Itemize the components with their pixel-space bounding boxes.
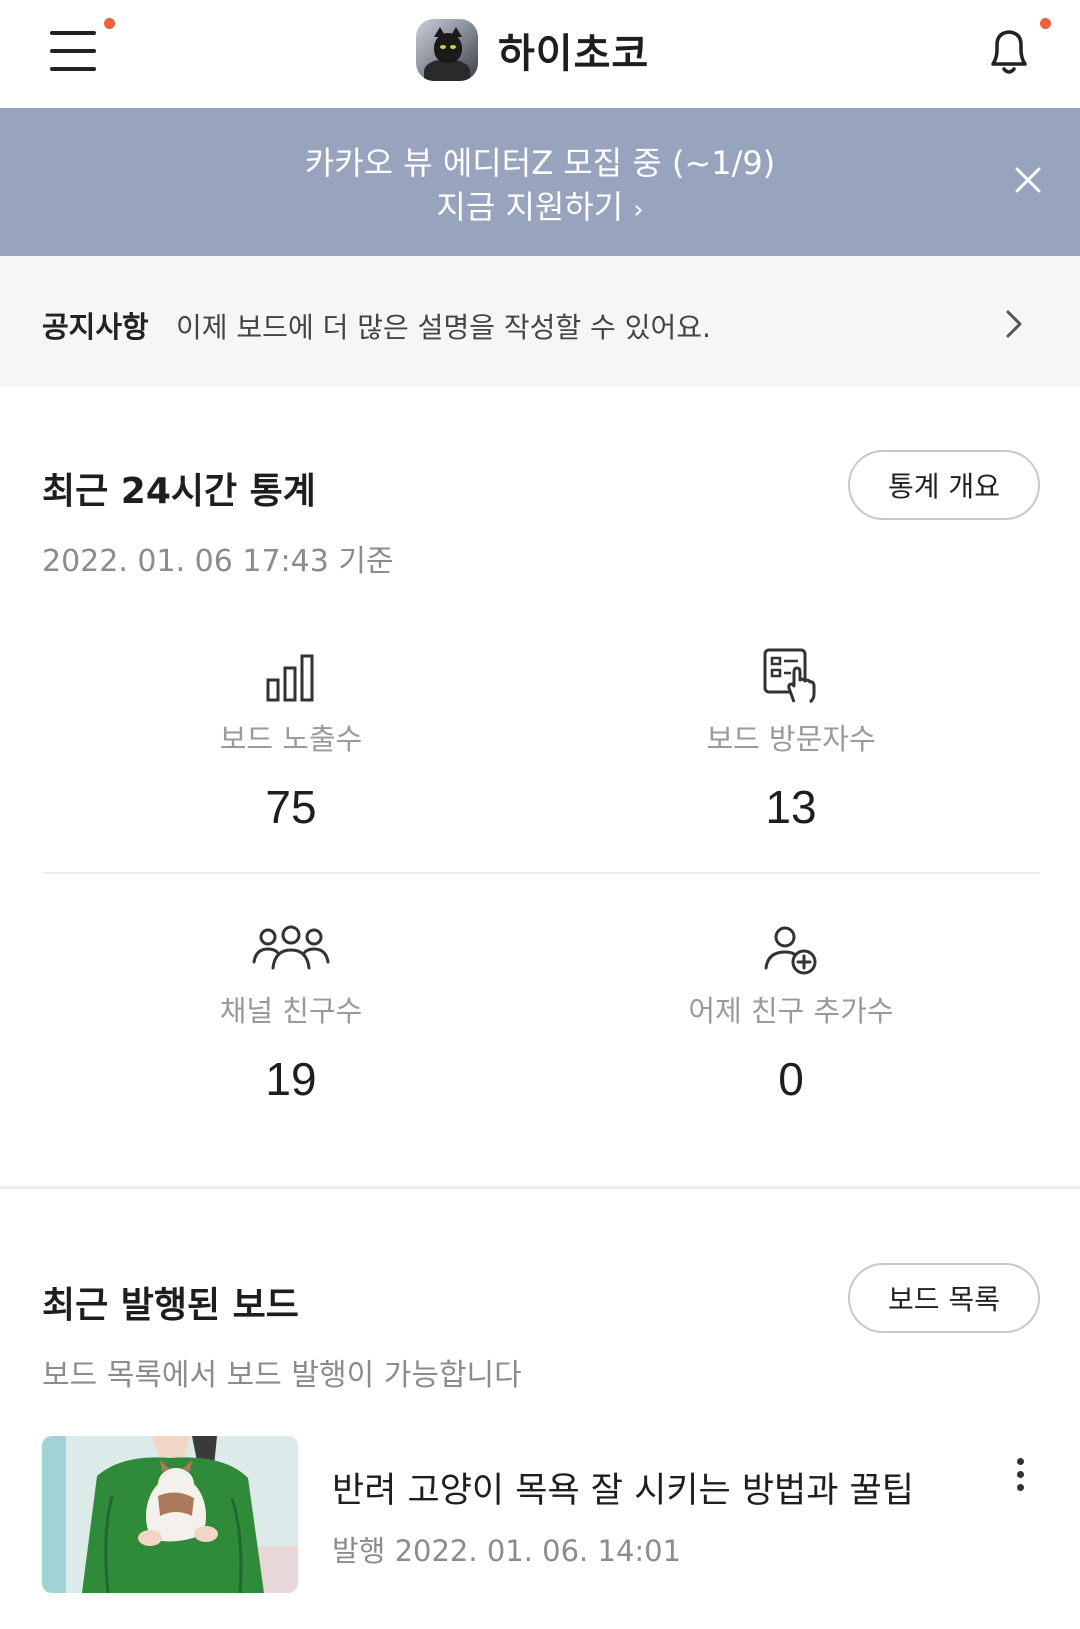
promo-banner[interactable]: 카카오 뷰 에디터Z 모집 중 (~1/9) 지금 지원하기 ›: [0, 108, 1080, 256]
stat-value: 0: [778, 1053, 804, 1105]
stat-label: 어제 친구 추가수: [688, 994, 894, 1028]
stat-friends-added-yesterday: 어제 친구 추가수 0: [611, 922, 971, 1106]
banner-text: 카카오 뷰 에디터Z 모집 중 (~1/9): [304, 144, 776, 182]
board-title[interactable]: 반려 고양이 목욕 잘 시키는 방법과 꿀팁: [332, 1462, 914, 1513]
channel-title[interactable]: 하이초코: [416, 18, 649, 82]
stats-divider: [42, 872, 1040, 874]
notification-button[interactable]: [984, 24, 1034, 80]
bell-icon: [991, 30, 1027, 74]
channel-name: 하이초코: [498, 31, 650, 77]
stat-value: 19: [265, 1053, 317, 1105]
stat-label: 보드 노출수: [219, 722, 363, 756]
stat-board-impressions: 보드 노출수 75: [111, 650, 471, 834]
banner-apply-link[interactable]: 지금 지원하기 ›: [0, 182, 1080, 228]
section-divider: [0, 1186, 1080, 1189]
people-group-icon: [252, 925, 330, 970]
boards-title: 최근 발행된 보드: [42, 1285, 299, 1326]
notice-tag: 공지사항: [42, 310, 149, 344]
notice-bar[interactable]: 공지사항 이제 보드에 더 많은 설명을 작성할 수 있어요.: [0, 256, 1080, 386]
board-thumbnail[interactable]: [42, 1436, 298, 1593]
board-tap-icon: [763, 648, 816, 704]
stats-title: 최근 24시간 통계: [42, 471, 316, 512]
boards-subtitle: 보드 목록에서 보드 발행이 가능합니다: [42, 1358, 522, 1393]
close-icon[interactable]: [1010, 162, 1046, 198]
banner-apply-label: 지금 지원하기: [436, 188, 624, 226]
menu-icon: [50, 31, 96, 35]
bell-notification-dot: [1040, 18, 1051, 29]
stat-channel-friends: 채널 친구수 19: [111, 922, 471, 1106]
board-list-button[interactable]: 보드 목록: [848, 1263, 1040, 1333]
menu-icon-bar: [50, 49, 96, 53]
stat-value: 13: [765, 781, 817, 833]
chevron-right-icon: [1006, 310, 1022, 338]
menu-icon-bar: [50, 67, 96, 71]
stats-basis-time: 2022. 01. 06 17:43 기준: [42, 544, 394, 579]
stats-overview-button[interactable]: 통계 개요: [848, 450, 1040, 520]
stat-label: 채널 친구수: [219, 994, 363, 1028]
notice-text: 이제 보드에 더 많은 설명을 작성할 수 있어요.: [176, 311, 711, 344]
add-friend-icon: [764, 926, 817, 975]
menu-notification-dot: [104, 18, 115, 29]
avatar: [416, 19, 478, 81]
board-thumbnail-image: [42, 1436, 298, 1593]
menu-button[interactable]: [50, 28, 100, 74]
stat-label: 보드 방문자수: [706, 722, 876, 756]
board-publish-date: 발행 2022. 01. 06. 14:01: [332, 1534, 682, 1568]
bar-chart-icon: [266, 654, 314, 702]
top-header: 하이초코: [0, 0, 1080, 108]
board-more-button[interactable]: [1006, 1452, 1034, 1496]
chevron-right-icon: ›: [633, 195, 644, 225]
stat-board-visitors: 보드 방문자수 13: [611, 648, 971, 834]
stat-value: 75: [265, 781, 317, 833]
